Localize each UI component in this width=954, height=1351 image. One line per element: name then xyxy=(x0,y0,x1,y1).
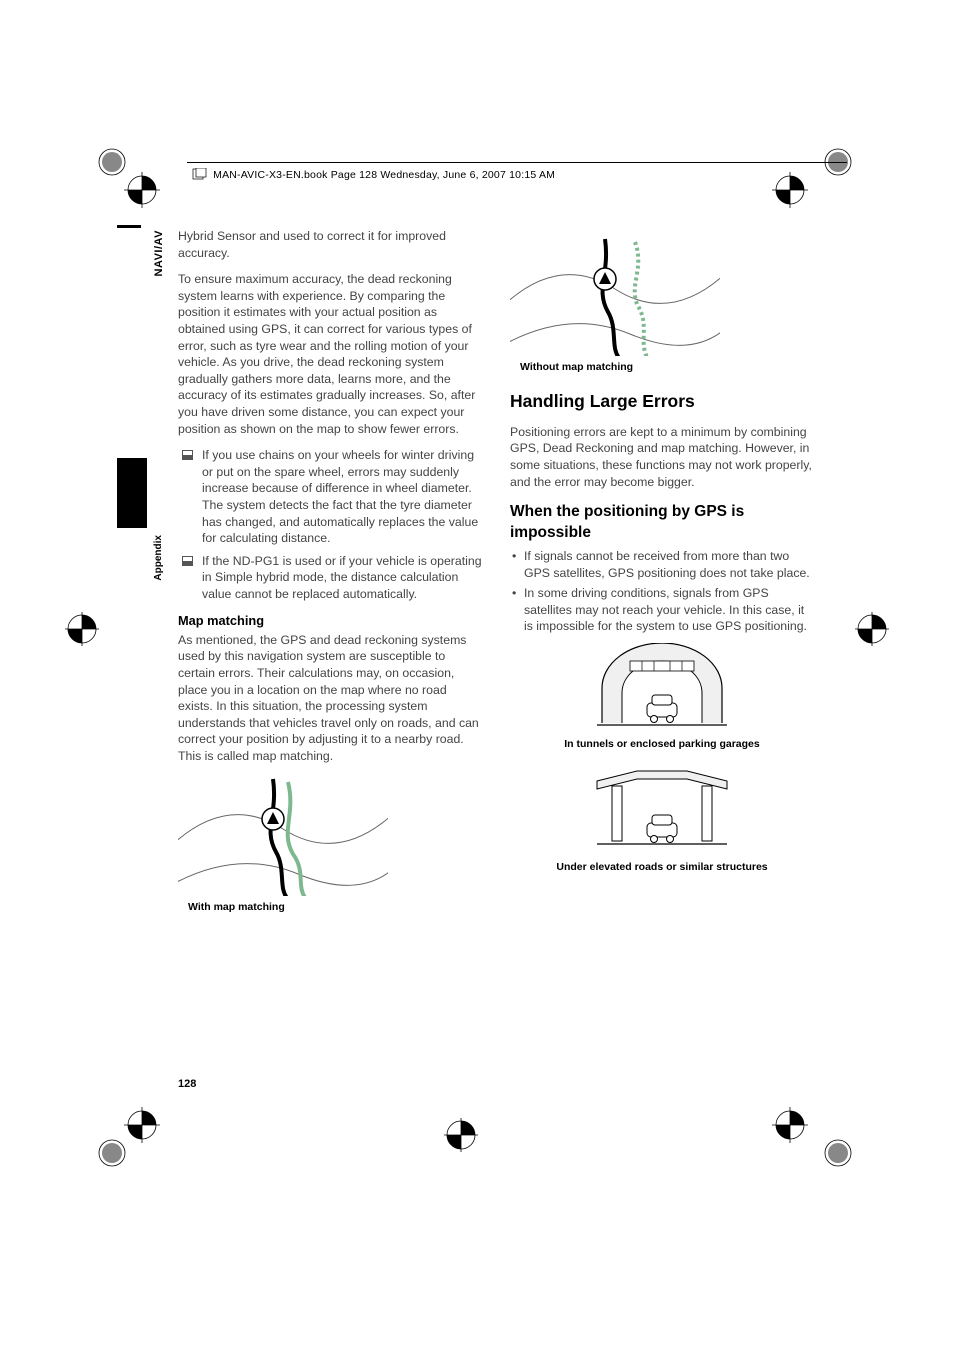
column-left: Hybrid Sensor and used to correct it for… xyxy=(178,228,482,925)
figure-without-map-matching xyxy=(510,234,720,356)
reg-mark-tr xyxy=(770,140,860,210)
reg-mark-ml xyxy=(65,612,99,646)
para-handling-large-errors: Positioning errors are kept to a minimum… xyxy=(510,424,814,490)
reg-mark-br xyxy=(770,1105,860,1175)
column-right: Without map matching Handling Large Erro… xyxy=(510,228,814,925)
running-head-text: MAN-AVIC-X3-EN.book Page 128 Wednesday, … xyxy=(213,169,555,181)
caption-tunnel: In tunnels or enclosed parking garages xyxy=(510,737,814,751)
caption-without-map-matching: Without map matching xyxy=(520,360,814,374)
gps-item-driving-conditions: In some driving conditions, signals from… xyxy=(510,585,814,635)
figure-elevated-road xyxy=(510,761,814,856)
figure-tunnel xyxy=(510,643,814,733)
heading-gps-impossible: When the positioning by GPS is impossibl… xyxy=(510,502,814,544)
gps-item-two-sats: If signals cannot be received from more … xyxy=(510,548,814,581)
sidebar-naviav: NAVI/AV xyxy=(153,230,165,277)
edge-tab-block xyxy=(117,458,147,528)
page-number: 128 xyxy=(178,1078,196,1090)
header-rule xyxy=(187,162,847,163)
note-chains: If you use chains on your wheels for win… xyxy=(178,447,482,547)
sidebar-appendix: Appendix xyxy=(153,535,164,581)
running-head: MAN-AVIC-X3-EN.book Page 128 Wednesday, … xyxy=(190,168,555,181)
reg-mark-tl xyxy=(92,140,162,210)
para-dead-reckoning: To ensure maximum accuracy, the dead rec… xyxy=(178,271,482,437)
reg-mark-mr xyxy=(855,612,889,646)
para-map-matching: As mentioned, the GPS and dead reckoning… xyxy=(178,632,482,765)
edge-tab-top xyxy=(117,225,141,228)
para-hybrid-sensor: Hybrid Sensor and used to correct it for… xyxy=(178,228,482,261)
note-ndpg1: If the ND-PG1 is used or if your vehicle… xyxy=(178,553,482,603)
heading-map-matching: Map matching xyxy=(178,612,482,629)
caption-elevated: Under elevated roads or similar structur… xyxy=(510,860,814,874)
gps-impossible-list: If signals cannot be received from more … xyxy=(510,548,814,635)
figure-with-map-matching xyxy=(178,774,388,896)
caption-with-map-matching: With map matching xyxy=(188,900,482,914)
reg-mark-bl xyxy=(92,1105,162,1175)
reg-mark-bm xyxy=(444,1118,478,1152)
notes-list: If you use chains on your wheels for win… xyxy=(178,447,482,602)
heading-handling-large-errors: Handling Large Errors xyxy=(510,390,814,414)
